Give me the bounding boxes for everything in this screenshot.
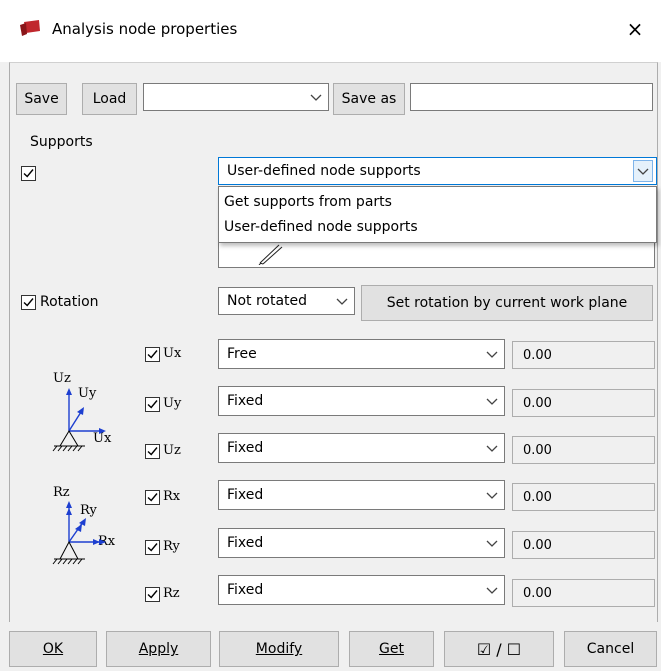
rx-checkbox[interactable] xyxy=(145,490,160,505)
check-icon xyxy=(147,400,158,409)
rz-value-field[interactable]: 0.00 xyxy=(512,579,655,607)
pencil-icon xyxy=(258,244,283,265)
get-button[interactable]: Get xyxy=(349,631,434,667)
supports-section-label: Supports xyxy=(30,134,93,150)
apply-button[interactable]: Apply xyxy=(106,631,211,667)
rx-value-field[interactable]: 0.00 xyxy=(512,483,655,511)
ry-value-field[interactable]: 0.00 xyxy=(512,531,655,559)
rotation-checkbox[interactable] xyxy=(21,295,36,310)
title-bar: Analysis node properties × xyxy=(0,0,661,62)
rx-combo[interactable]: Fixed xyxy=(218,480,505,510)
rotation-axes-diagram: Rz Ry Rx xyxy=(30,485,130,580)
uy-checkbox[interactable] xyxy=(145,397,160,412)
ok-button[interactable]: OK xyxy=(9,631,97,667)
translation-axes-diagram: Uz Uy Ux xyxy=(30,368,130,463)
save-button[interactable]: Save xyxy=(16,83,67,115)
ux-label: Ux xyxy=(163,346,182,361)
supports-dropdown-list: Get supports from parts User-defined nod… xyxy=(218,186,657,243)
supports-preview-box xyxy=(218,243,655,268)
check-icon xyxy=(147,543,158,552)
chevron-down-icon xyxy=(486,445,498,452)
rz-combo[interactable]: Fixed xyxy=(218,575,505,605)
chevron-down-icon xyxy=(637,168,649,175)
close-icon[interactable]: × xyxy=(620,14,650,44)
save-as-input[interactable] xyxy=(410,83,653,111)
toggle-all-button[interactable]: ☑ / ☐ xyxy=(444,631,554,667)
ry-combo[interactable]: Fixed xyxy=(218,528,505,558)
supports-checkbox[interactable] xyxy=(21,166,36,181)
support-symbol-icon xyxy=(52,388,106,452)
dropdown-option-user-defined[interactable]: User-defined node supports xyxy=(224,219,418,235)
uz-combo[interactable]: Fixed xyxy=(218,433,505,463)
modify-button[interactable]: Modify xyxy=(219,631,339,667)
chevron-down-icon xyxy=(486,398,498,405)
load-button[interactable]: Load xyxy=(82,83,137,115)
ry-label: Ry xyxy=(163,539,180,554)
app-icon xyxy=(19,19,41,37)
rz-checkbox[interactable] xyxy=(145,587,160,602)
chevron-down-icon xyxy=(486,587,498,594)
ry-checkbox[interactable] xyxy=(145,540,160,555)
chevron-down-icon xyxy=(486,492,498,499)
check-icon xyxy=(147,493,158,502)
supports-combo[interactable]: User-defined node supports xyxy=(218,157,657,185)
rotation-label: Rotation xyxy=(40,294,99,310)
window-title: Analysis node properties xyxy=(52,20,238,38)
check-icon xyxy=(23,169,34,178)
dropdown-option-get-supports[interactable]: Get supports from parts xyxy=(224,194,392,210)
check-icon xyxy=(147,447,158,456)
uz-checkbox[interactable] xyxy=(145,444,160,459)
uy-combo[interactable]: Fixed xyxy=(218,386,505,416)
rotation-support-symbol-icon xyxy=(52,501,106,565)
uy-value-field[interactable]: 0.00 xyxy=(512,389,655,417)
ux-combo[interactable]: Free xyxy=(218,339,505,369)
rz-label: Rz xyxy=(163,586,180,601)
chevron-down-icon xyxy=(486,540,498,547)
rotation-combo[interactable]: Not rotated xyxy=(218,287,355,315)
combo-arrow-button[interactable] xyxy=(633,160,653,182)
preset-combo[interactable] xyxy=(143,83,329,111)
chevron-down-icon xyxy=(310,94,322,101)
uy-label: Uy xyxy=(163,396,182,411)
ux-checkbox[interactable] xyxy=(145,347,160,362)
rx-label: Rx xyxy=(163,489,181,504)
chevron-down-icon xyxy=(336,298,348,305)
check-icon xyxy=(147,350,158,359)
cancel-button[interactable]: Cancel xyxy=(564,631,657,667)
chevron-down-icon xyxy=(486,351,498,358)
set-rotation-button[interactable]: Set rotation by current work plane xyxy=(361,285,653,321)
ux-value-field[interactable]: 0.00 xyxy=(512,341,655,369)
check-icon xyxy=(23,298,34,307)
uz-value-field[interactable]: 0.00 xyxy=(512,436,655,464)
check-icon xyxy=(147,590,158,599)
save-as-button[interactable]: Save as xyxy=(333,83,405,115)
uz-label: Uz xyxy=(163,443,181,458)
